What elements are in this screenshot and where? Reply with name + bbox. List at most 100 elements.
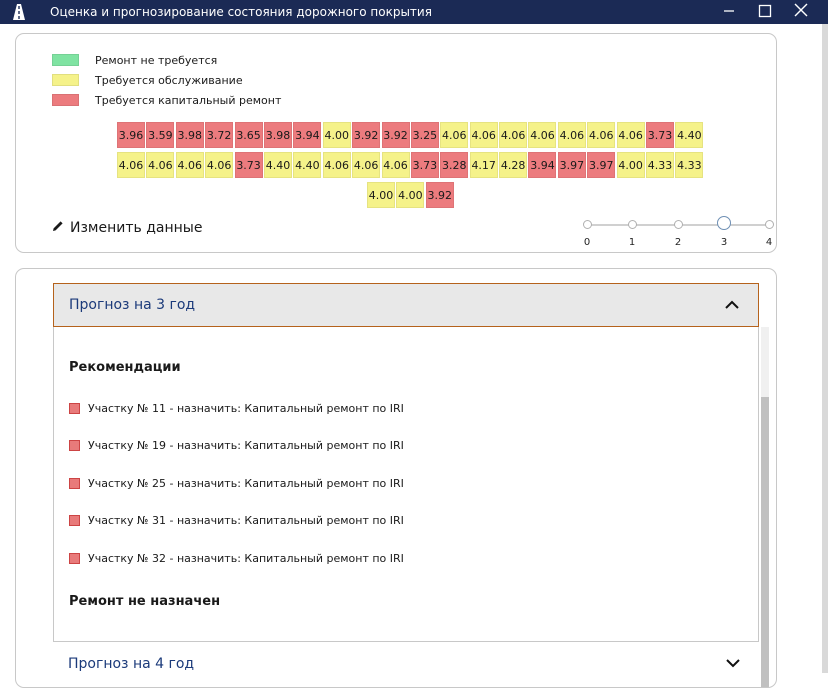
red-square-icon [69, 440, 80, 451]
title-bar: Оценка и прогнозирование состояния дорож… [0, 0, 828, 24]
red-square-icon [69, 515, 80, 526]
segment-cell: 4.06 [528, 122, 557, 148]
red-square-icon [69, 403, 80, 414]
legend-item-capital-repair: Требуется капитальный ремонт [52, 90, 281, 110]
segment-cell: 4.06 [616, 122, 645, 148]
forecast-panel: Прогноз на 3 год Рекомендации Участку № … [15, 268, 777, 688]
segment-cell: 3.72 [205, 122, 234, 148]
segment-cell: 3.65 [234, 122, 263, 148]
segments-row-3: 4.00 4.00 3.92 [367, 182, 455, 208]
segment-cell: 4.06 [587, 122, 616, 148]
close-button[interactable] [784, 0, 818, 24]
forecast-year-3-header[interactable]: Прогноз на 3 год [53, 283, 759, 327]
segment-cell: 4.06 [499, 122, 528, 148]
window-title: Оценка и прогнозирование состояния дорож… [50, 5, 432, 19]
recommendation-text: Участку № 19 - назначить: Капитальный ре… [88, 439, 404, 452]
scrollbar-thumb[interactable] [761, 397, 769, 687]
maximize-icon [758, 3, 772, 22]
segments-row-2: 4.06 4.06 4.06 4.06 3.73 4.40 4.40 4.06 4.06 4.06… [117, 152, 705, 178]
recommendation-item: Участку № 31 - назначить: Капитальный ре… [69, 514, 404, 527]
chevron-down-icon[interactable] [725, 655, 741, 675]
segment-cell: 4.06 [440, 122, 469, 148]
segment-cell: 3.97 [587, 152, 616, 178]
segment-cell: 4.40 [675, 122, 704, 148]
segment-cell: 4.40 [293, 152, 322, 178]
segment-cell: 4.00 [396, 182, 425, 208]
status-panel: Ремонт не требуется Требуется обслуживан… [15, 33, 777, 253]
segment-cell: 3.92 [425, 182, 454, 208]
minimize-button[interactable] [712, 0, 746, 24]
forecast-header-label: Прогноз на 3 год [69, 297, 196, 313]
recommendation-text: Участку № 11 - назначить: Капитальный ре… [88, 402, 404, 415]
scrollbar[interactable] [761, 327, 769, 687]
segment-cell: 3.94 [293, 122, 322, 148]
slider-stop-0[interactable] [583, 220, 592, 229]
no-repair-title: Ремонт не назначен [69, 594, 221, 609]
segment-cell: 4.06 [352, 152, 381, 178]
minimize-icon [722, 3, 736, 22]
segment-cell: 4.17 [469, 152, 498, 178]
legend-label: Требуется капитальный ремонт [95, 93, 282, 107]
recommendation-item: Участку № 11 - назначить: Капитальный ре… [69, 402, 404, 415]
road-icon [8, 1, 30, 23]
slider-tick-label: 3 [720, 237, 728, 248]
segment-cell: 3.73 [410, 152, 439, 178]
segment-cell: 3.28 [440, 152, 469, 178]
segment-cell: 3.59 [146, 122, 175, 148]
recommendation-item: Участку № 19 - назначить: Капитальный ре… [69, 439, 404, 452]
segment-cell: 4.06 [469, 122, 498, 148]
segment-cell: 4.06 [146, 152, 175, 178]
close-icon [793, 2, 809, 22]
legend-item-maintenance: Требуется обслуживание [52, 70, 281, 90]
segment-cell: 3.96 [117, 122, 145, 148]
slider-stop-2[interactable] [674, 220, 683, 229]
segment-cell: 3.97 [557, 152, 586, 178]
legend-swatch-red [52, 94, 79, 106]
segment-cell: 3.98 [263, 122, 292, 148]
legend-item-no-repair: Ремонт не требуется [52, 50, 281, 70]
segment-cell: 4.06 [205, 152, 234, 178]
segment-cell: 4.40 [263, 152, 292, 178]
pencil-icon [52, 220, 64, 236]
segment-cell: 3.94 [528, 152, 557, 178]
maximize-button[interactable] [748, 0, 782, 24]
red-square-icon [69, 553, 80, 564]
segment-cell: 4.28 [499, 152, 528, 178]
segment-cell: 4.06 [381, 152, 410, 178]
slider-stop-4[interactable] [765, 220, 774, 229]
segment-cell: 4.06 [322, 152, 351, 178]
recommendation-item: Участку № 32 - назначить: Капитальный ре… [69, 552, 404, 565]
segment-cell: 3.25 [410, 122, 439, 148]
segment-cell: 4.33 [675, 152, 704, 178]
segment-cell: 4.06 [557, 122, 586, 148]
slider-tick-label: 1 [628, 237, 636, 248]
segment-cell: 3.98 [175, 122, 204, 148]
recommendation-text: Участку № 32 - назначить: Капитальный ре… [88, 552, 404, 565]
segment-cell: 4.06 [175, 152, 204, 178]
slider-tick-label: 0 [583, 237, 591, 248]
segment-cell: 3.92 [352, 122, 381, 148]
segment-cell: 4.00 [322, 122, 351, 148]
segment-cell: 4.33 [646, 152, 675, 178]
legend-swatch-yellow [52, 74, 79, 86]
forecast-year-3-body: Рекомендации Участку № 11 - назначить: К… [53, 327, 759, 641]
recommendation-text: Участку № 25 - назначить: Капитальный ре… [88, 477, 404, 490]
chevron-up-icon[interactable] [724, 297, 740, 317]
segment-cell: 4.06 [117, 152, 145, 178]
slider-stop-1[interactable] [628, 220, 637, 229]
segment-cell: 4.00 [367, 182, 395, 208]
segment-cell: 3.73 [234, 152, 263, 178]
forecast-year-4-header[interactable]: Прогноз на 4 год [53, 641, 759, 685]
slider-tick-label: 4 [765, 237, 773, 248]
recommendation-item: Участку № 25 - назначить: Капитальный ре… [69, 477, 404, 490]
slider-thumb[interactable] [717, 216, 731, 230]
red-square-icon [69, 478, 80, 489]
legend-label: Ремонт не требуется [95, 53, 218, 67]
segments-row-1: 3.96 3.59 3.98 3.72 3.65 3.98 3.94 4.00 3.92 3.92… [117, 122, 705, 148]
year-slider[interactable]: 0 1 2 3 4 [582, 216, 778, 250]
legend: Ремонт не требуется Требуется обслуживан… [52, 50, 281, 110]
recommendation-text: Участку № 31 - назначить: Капитальный ре… [88, 514, 404, 527]
edit-data-button[interactable]: Изменить данные [52, 220, 202, 236]
legend-swatch-green [52, 54, 79, 66]
forecast-header-label: Прогноз на 4 год [68, 655, 195, 672]
